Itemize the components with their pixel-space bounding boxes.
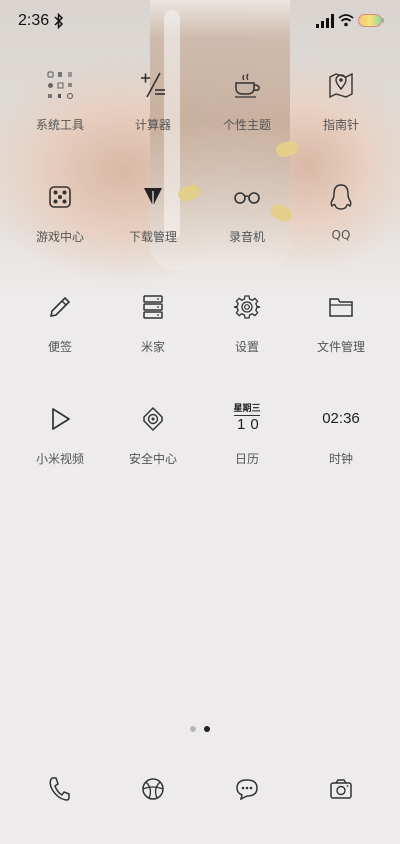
download-arrow-icon	[138, 182, 168, 212]
app-calculator[interactable]: 计算器	[103, 58, 203, 148]
gear-icon	[232, 292, 262, 322]
app-row: 便签 米家 设置 文件管理	[0, 280, 400, 380]
app-system-tools[interactable]: 系统工具	[10, 58, 110, 148]
app-label: 文件管理	[316, 340, 365, 354]
status-bar: 2:36	[0, 0, 400, 44]
app-label: QQ	[331, 228, 351, 242]
app-label: 米家	[140, 340, 165, 354]
calculator-icon	[138, 70, 168, 100]
app-row: 游戏中心 下载管理 录音机 QQ	[0, 170, 400, 270]
app-row: 小米视频 安全中心 星期三 10 日历 02:36 时钟	[0, 392, 400, 492]
map-pin-icon	[326, 70, 356, 100]
dice-icon	[45, 182, 75, 212]
battery-icon	[358, 14, 384, 27]
pencil-icon	[45, 292, 75, 322]
folder-grid-icon	[45, 70, 75, 100]
app-mi-video[interactable]: 小米视频	[10, 392, 110, 482]
app-notes[interactable]: 便签	[10, 280, 110, 370]
app-qq[interactable]: QQ	[291, 170, 391, 260]
calendar-weekday: 星期三	[233, 404, 261, 414]
app-label: 系统工具	[35, 118, 84, 132]
page-dot-active[interactable]	[204, 726, 210, 732]
app-calendar[interactable]: 星期三 10 日历	[197, 392, 297, 482]
dock-messages-button[interactable]	[225, 768, 269, 812]
page-dot[interactable]	[190, 726, 196, 732]
calendar-icon: 星期三 10	[232, 404, 262, 434]
shield-target-icon	[138, 404, 168, 434]
clock-time: 02:36	[322, 410, 360, 427]
app-game-center[interactable]: 游戏中心	[10, 170, 110, 260]
app-label: 日历	[234, 452, 259, 466]
coffee-cup-icon	[232, 70, 262, 100]
app-mijia[interactable]: 米家	[103, 280, 203, 370]
app-recorder[interactable]: 录音机	[197, 170, 297, 260]
dock-camera-button[interactable]	[319, 768, 363, 812]
bluetooth-icon	[54, 12, 64, 30]
penguin-icon	[326, 182, 356, 212]
app-label: 下载管理	[128, 230, 177, 244]
dock	[0, 768, 400, 814]
app-label: 小米视频	[35, 452, 84, 466]
app-compass[interactable]: 指南针	[291, 58, 391, 148]
clock-icon: 02:36	[322, 404, 360, 434]
calendar-day: 10	[237, 416, 264, 433]
app-themes[interactable]: 个性主题	[197, 58, 297, 148]
app-label: 设置	[234, 340, 259, 354]
app-label: 游戏中心	[35, 230, 84, 244]
app-label: 录音机	[228, 230, 265, 244]
page-indicator	[0, 726, 400, 734]
app-clock[interactable]: 02:36 时钟	[291, 392, 391, 482]
app-label: 安全中心	[128, 452, 177, 466]
wifi-icon	[338, 13, 354, 27]
app-security-center[interactable]: 安全中心	[103, 392, 203, 482]
app-label: 指南针	[322, 118, 359, 132]
server-stack-icon	[138, 292, 168, 322]
glasses-icon	[232, 182, 262, 212]
app-settings[interactable]: 设置	[197, 280, 297, 370]
status-time: 2:36	[18, 12, 50, 29]
app-label: 个性主题	[222, 118, 271, 132]
app-label: 时钟	[328, 452, 353, 466]
play-icon	[45, 404, 75, 434]
app-download-manager[interactable]: 下载管理	[103, 170, 203, 260]
app-label: 计算器	[134, 118, 171, 132]
app-row: 系统工具 计算器 个性主题 指南针	[0, 58, 400, 158]
app-file-manager[interactable]: 文件管理	[291, 280, 391, 370]
dock-browser-button[interactable]	[131, 768, 175, 812]
folder-icon	[326, 292, 356, 322]
dock-phone-button[interactable]	[37, 768, 81, 812]
app-label: 便签	[47, 340, 72, 354]
signal-icon	[316, 14, 334, 28]
